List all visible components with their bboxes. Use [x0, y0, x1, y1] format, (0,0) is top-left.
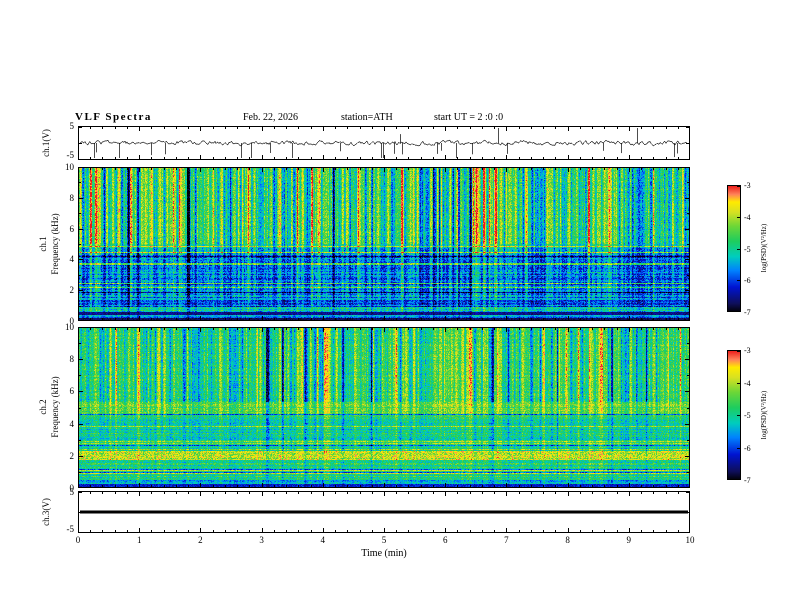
- figure-start-ut: start UT = 2 :0 :0: [434, 112, 504, 123]
- x-tick-label: 4: [320, 535, 326, 545]
- ch1-spec-ytick-label: 2: [69, 285, 75, 296]
- colorbar1-tick-label: -7: [744, 308, 751, 317]
- colorbar2-tick-label: -3: [744, 346, 751, 355]
- ch1-wave-ylabel: ch.1(V): [41, 129, 51, 157]
- ch1-spec-ytick-label: 8: [69, 192, 75, 203]
- figure-date: Feb. 22, 2026: [243, 112, 298, 123]
- figure-station: station=ATH: [341, 112, 393, 123]
- x-tick-label: 7: [504, 535, 509, 545]
- ch1-wave-ytick-top: 5: [69, 121, 75, 131]
- colorbar2-tick-label: -6: [744, 443, 751, 453]
- ch2-spec-ylabel-channel: ch.2: [38, 399, 48, 415]
- ch2-spec-ytick-label: 2: [69, 450, 75, 461]
- colorbar2-label: log(PSD)(V²/Hz): [760, 390, 768, 440]
- ch1-wave-ytick-bottom: -5: [66, 150, 75, 160]
- ch3-wave-ytick-bottom: -5: [66, 524, 75, 534]
- x-tick-label: 5: [381, 535, 387, 545]
- x-tick-label: 1: [136, 535, 142, 545]
- colorbar2-tick-label: -7: [744, 476, 751, 485]
- x-tick-label: 9: [626, 535, 632, 545]
- x-tick-label: 0: [75, 535, 81, 545]
- colorbar1-tick-label: -5: [744, 244, 751, 254]
- ch1-spec-ytick-label: 4: [69, 254, 75, 265]
- ch3-waveform-canvas: [78, 491, 690, 533]
- ch1-spectrogram-canvas: [78, 167, 690, 321]
- ch1-spec-ylabel-channel: ch.1: [38, 236, 48, 252]
- x-tick-label: 10: [685, 535, 695, 545]
- colorbar1-tick-label: -6: [744, 276, 751, 286]
- x-tick-label: 6: [442, 535, 448, 545]
- colorbar-ch1: [727, 185, 741, 312]
- ch2-spec-ytick-label: 6: [69, 386, 75, 397]
- colorbar1-tick-label: -3: [744, 181, 751, 190]
- x-tick-label: 8: [565, 535, 570, 545]
- ch1-spec-ylabel-frequency: Frequency (kHz): [50, 213, 60, 275]
- colorbar2-tick-label: -5: [744, 411, 751, 420]
- ch1-waveform-canvas: [78, 126, 690, 160]
- ch2-spec-ytick-label: 0: [69, 483, 75, 493]
- ch1-spec-ytick-label: 6: [69, 223, 75, 234]
- ch3-wave-ylabel: ch.3(V): [41, 498, 51, 526]
- ch2-spec-ytick-label: 10: [65, 322, 74, 332]
- colorbar2-tick-label: -4: [744, 378, 751, 388]
- figure-title: VLF Spectra: [75, 111, 152, 123]
- ch2-spectrogram-canvas: [78, 327, 690, 488]
- ch2-spec-ytick-label: 4: [69, 418, 75, 429]
- colorbar1-tick-label: -4: [744, 212, 751, 222]
- ch1-spec-ytick-label: 10: [65, 162, 74, 172]
- colorbar1-label: log(PSD)(V²/Hz): [760, 223, 768, 273]
- x-tick-label: 2: [198, 535, 203, 545]
- colorbar-ch2: [727, 350, 741, 480]
- x-tick-label: 3: [259, 535, 264, 545]
- vlf-spectra-figure: VLF Spectra Feb. 22, 2026 station=ATH st…: [0, 0, 792, 612]
- ch2-spec-ytick-label: 8: [69, 354, 75, 365]
- x-axis-label: Time (min): [361, 548, 407, 559]
